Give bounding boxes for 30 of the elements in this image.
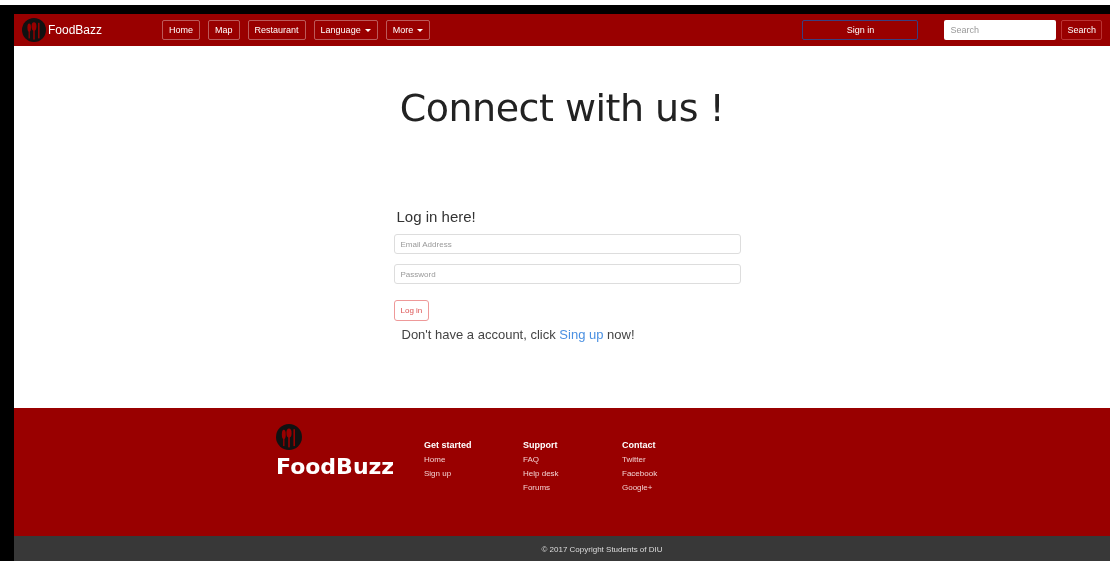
footer-link[interactable]: Facebook	[622, 469, 721, 478]
search-field[interactable]: Search	[944, 20, 1057, 40]
page-heading: Connect with us !	[399, 86, 725, 130]
footer-link[interactable]: Twitter	[622, 455, 721, 464]
email-field[interactable]: Email Address	[393, 234, 741, 254]
nav-dropdown[interactable]: Language	[313, 20, 378, 40]
brand-name[interactable]: FoodBazz	[48, 23, 103, 37]
footer-link[interactable]: Forums	[523, 483, 622, 492]
signup-prompt: Don't have a account, click Sing up now!	[401, 327, 636, 342]
footer-brand: FoodBuzz	[276, 454, 396, 479]
nav-link[interactable]: Home	[162, 20, 201, 40]
footer-heading: Contact	[622, 440, 657, 450]
search-button[interactable]: Search	[1061, 20, 1102, 40]
form-title: Log in here!	[396, 208, 477, 225]
nav-link[interactable]: Map	[208, 20, 240, 40]
footer-heading: Get started	[424, 440, 473, 450]
footer-link[interactable]: Sign up	[424, 469, 523, 478]
sign-in-button[interactable]: Sign in	[802, 20, 919, 40]
copyright-text: © 2017 Copyright Students of DIU	[541, 544, 663, 554]
footer-link[interactable]: FAQ	[523, 455, 622, 464]
nav-dropdown[interactable]: More	[385, 20, 431, 40]
nav-link[interactable]: Restaurant	[247, 20, 306, 40]
footer-link[interactable]: Home	[424, 455, 523, 464]
password-field[interactable]: Password	[393, 264, 741, 284]
logo-icon	[276, 424, 302, 450]
logo-icon	[22, 18, 46, 42]
footer-link[interactable]: Help desk	[523, 469, 622, 478]
login-button[interactable]: Log in	[393, 300, 430, 321]
footer-link[interactable]: Google+	[622, 483, 721, 492]
footer-heading: Support	[523, 440, 559, 450]
